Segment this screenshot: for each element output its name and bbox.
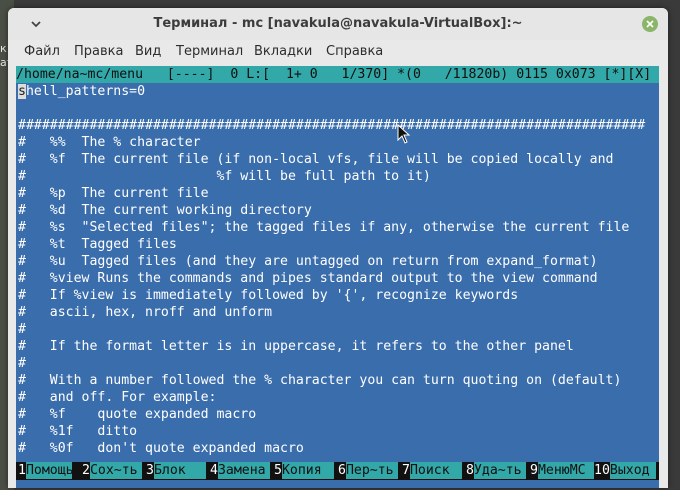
editor-line: ########################################… [18, 118, 646, 133]
mouse-pointer-icon [397, 123, 411, 148]
close-icon [646, 20, 654, 28]
editor-line: # %f The current file (if non-local vfs,… [18, 152, 614, 167]
editor-status-line: /home/na~mc/menu [----] 0 L:[ 1+ 0 1/370… [16, 66, 659, 83]
fkey-save[interactable]: 2Сох~ть [82, 462, 142, 480]
editor-line: # %u Tagged files (and they are untagged… [18, 254, 598, 269]
editor-line: # If %view is immediately followed by '{… [18, 288, 519, 303]
editor-line: # %view Runs the commands and pipes stan… [18, 271, 598, 286]
text-cursor: s [18, 84, 26, 99]
menu-tabs[interactable]: Вкладки [254, 44, 312, 59]
editor-line: # %d The current working directory [18, 203, 312, 218]
fkey-copy[interactable]: 5Копия [274, 462, 334, 480]
title-bar[interactable]: Терминал - mc [navakula@navakula-Virtual… [8, 8, 668, 40]
editor-line: # %0f don't quote expanded macro [18, 441, 304, 456]
editor-line: # %f will be full path to it) [18, 169, 431, 184]
menu-file[interactable]: Файл [24, 44, 60, 59]
editor-line: # %p The current file [18, 186, 209, 201]
fkey-menu[interactable]: 9МенюМС [530, 462, 594, 480]
editor-line: shell_patterns=0 [18, 84, 146, 99]
menu-bar: Файл Правка Вид Терминал Вкладки Справка [8, 42, 668, 62]
menu-terminal[interactable]: Терминал [176, 44, 243, 59]
fkey-move[interactable]: 6Пер~ть [338, 462, 398, 480]
editor-line: # %% The % character [18, 135, 201, 150]
menu-help[interactable]: Справка [326, 44, 383, 59]
menu-view[interactable]: Вид [135, 44, 161, 59]
editor-line: # %t Tagged files [18, 237, 177, 252]
editor-line: # With a number followed the % character… [18, 373, 622, 388]
editor-line: # %s "Selected files"; the tagged files … [18, 220, 630, 235]
editor-line: # ascii, hex, nroff and unform [18, 305, 273, 320]
fkey-search[interactable]: 7Поиск [402, 462, 462, 480]
terminal-area[interactable]: /home/na~mc/menu [----] 0 L:[ 1+ 0 1/370… [16, 66, 659, 488]
desktop-icon-label: к [0, 42, 7, 55]
editor-line: # and off. For example: [18, 390, 217, 405]
terminal-window: Терминал - mc [navakula@navakula-Virtual… [8, 8, 668, 488]
editor-line: # If the format letter is in uppercase, … [18, 339, 574, 354]
fkey-help[interactable]: 1Помощь [18, 462, 74, 480]
close-button[interactable] [642, 16, 658, 32]
editor-line: # %1f ditto [18, 424, 138, 439]
fkey-delete[interactable]: 8Уда~ть [466, 462, 526, 480]
editor-line: # %f quote expanded macro [18, 407, 257, 422]
fkey-quit[interactable]: 10Выход [594, 462, 656, 480]
editor-line: # [18, 322, 26, 337]
menu-edit[interactable]: Правка [74, 44, 123, 59]
fkey-replace[interactable]: 4Замена [210, 462, 270, 480]
fkey-block[interactable]: 3Блок [146, 462, 206, 480]
editor-line: # [18, 356, 26, 371]
function-key-bar: 1Помощь 2Сох~ть 3Блок 4Замена 5Копия 6Пе… [16, 462, 659, 480]
window-title: Терминал - mc [navakula@navakula-Virtual… [153, 16, 523, 31]
